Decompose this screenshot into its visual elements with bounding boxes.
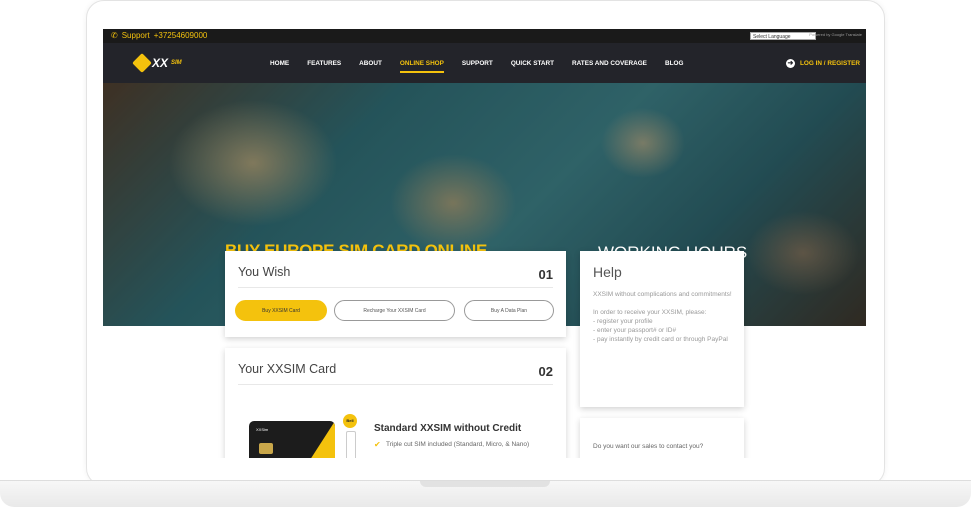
support-label: Support [121, 31, 150, 40]
product-tag-icon: Bell [343, 414, 357, 428]
nav-item-support[interactable]: SUPPORT [462, 60, 493, 73]
xxsim-card-title: Your XXSIM Card [238, 362, 337, 376]
sim-card-label: XXSim [256, 427, 269, 432]
buy-data-plan-button[interactable]: Buy A Data Plan [464, 300, 554, 321]
main-nav: XX SIM HOME FEATURES ABOUT ONLINE SHOP S… [103, 43, 866, 83]
phone-icon: ✆ [111, 31, 118, 40]
tag-strip [346, 431, 356, 458]
buy-card-button[interactable]: Buy XXSIM Card [235, 300, 327, 321]
help-body: XXSIM without complications and commitme… [593, 290, 733, 344]
logo-mark-icon [132, 53, 152, 73]
logo-sub: SIM [171, 60, 182, 66]
nav-menu: HOME FEATURES ABOUT ONLINE SHOP SUPPORT … [270, 60, 701, 73]
product-name[interactable]: Standard XXSIM without Credit [374, 423, 521, 434]
nav-item-rates[interactable]: RATES AND COVERAGE [572, 60, 647, 73]
laptop-base [0, 480, 971, 507]
language-select[interactable]: Select Language [750, 32, 816, 40]
product-feature: ✔ Triple cut SIM included (Standard, Mic… [374, 440, 554, 450]
feature-text: Triple cut SIM included (Standard, Micro… [386, 441, 530, 448]
product-image[interactable]: XXSim Bell [249, 414, 359, 458]
nav-item-features[interactable]: FEATURES [307, 60, 341, 73]
xxsim-card-header: Your XXSIM Card 02 [238, 362, 553, 385]
powered-by-label: Powered by Google Translate [809, 32, 862, 37]
support-phone[interactable]: +37254609000 [154, 31, 208, 40]
xxsim-card-section: Your XXSIM Card 02 XXSim Bell Standard X… [225, 348, 566, 458]
step-number: 01 [538, 267, 553, 282]
logo-text: XX [152, 56, 169, 70]
website-screen: ✆ Support +37254609000 Select Language P… [103, 29, 866, 458]
nav-item-home[interactable]: HOME [270, 60, 289, 73]
wish-card-header: You Wish 01 [238, 265, 553, 288]
nav-item-online-shop[interactable]: ONLINE SHOP [399, 60, 444, 73]
login-label: LOG IN / REGISTER [799, 60, 860, 67]
contact-card: Do you want our sales to contact you? [580, 418, 744, 458]
nav-item-blog[interactable]: BLOG [665, 60, 683, 73]
recharge-button[interactable]: Recharge Your XXSIM Card [334, 300, 455, 321]
laptop-notch [420, 481, 550, 487]
help-card: Help XXSIM without complications and com… [580, 251, 744, 407]
help-title: Help [593, 264, 622, 280]
support-contact[interactable]: ✆ Support +37254609000 [111, 31, 207, 40]
nav-item-quick-start[interactable]: QUICK START [511, 60, 554, 73]
wish-card-title: You Wish [238, 265, 291, 279]
step-number: 02 [538, 364, 553, 379]
help-step: - enter your passport# or ID# [593, 327, 677, 334]
wish-card: You Wish 01 Buy XXSIM Card Recharge Your… [225, 251, 566, 337]
help-step: - register your profile [593, 318, 653, 325]
logo[interactable]: XX SIM [132, 53, 182, 73]
login-arrow-icon: ➜ [785, 59, 795, 68]
help-step: - pay instantly by credit card or throug… [593, 336, 728, 343]
login-link[interactable]: ➜ LOG IN / REGISTER [785, 59, 860, 68]
sim-card-graphic: XXSim [249, 421, 335, 458]
support-bar: ✆ Support +37254609000 Select Language P… [103, 29, 866, 43]
nav-item-about[interactable]: ABOUT [359, 60, 382, 73]
sim-chip-icon [259, 443, 273, 454]
contact-question: Do you want our sales to contact you? [593, 443, 704, 450]
help-intro: XXSIM without complications and commitme… [593, 291, 732, 298]
help-instructions: In order to receive your XXSIM, please: [593, 309, 707, 316]
check-icon: ✔ [374, 440, 381, 449]
